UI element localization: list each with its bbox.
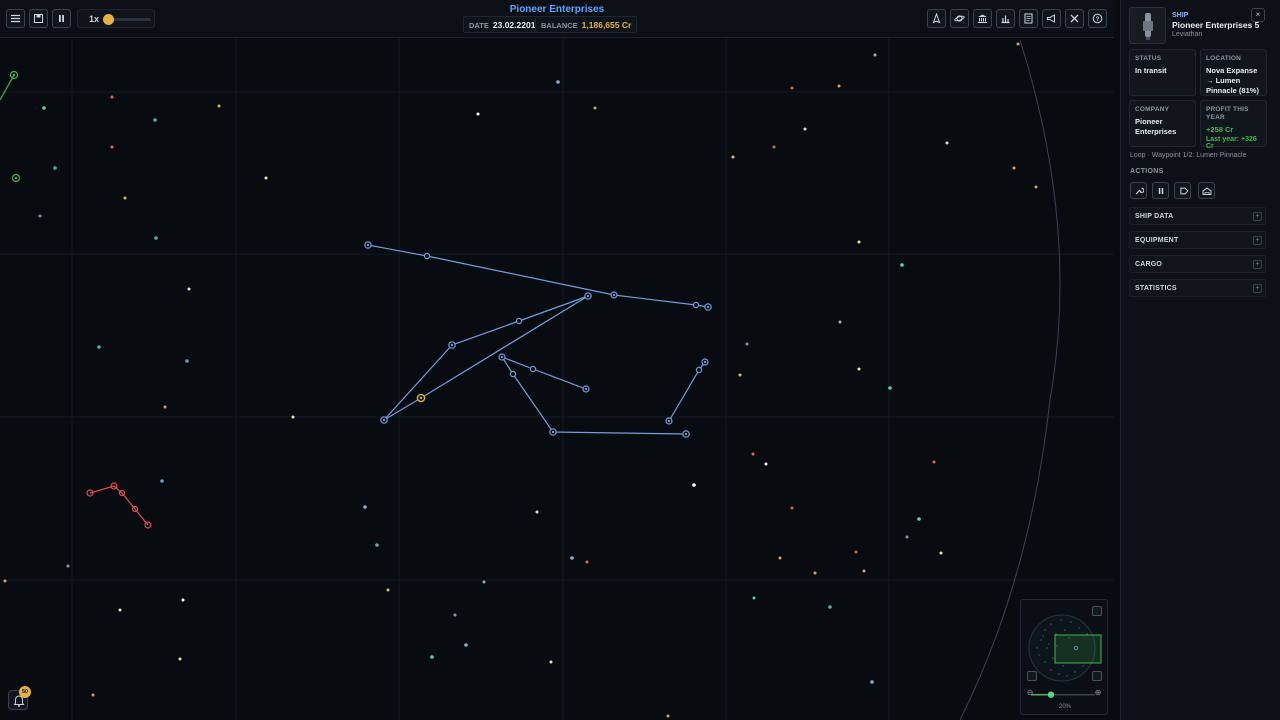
planets-button[interactable] — [950, 9, 969, 28]
ship-name: Pioneer Enterprises 5 — [1172, 20, 1260, 30]
minimap-canvas[interactable] — [1021, 600, 1109, 716]
section-title: EQUIPMENT — [1135, 237, 1179, 244]
top-bar: 1x Pioneer Enterprises DATE 23.02.2201 BA… — [0, 0, 1114, 38]
location-card: LOCATION Nova Expanse → Lumen Pinnacle (… — [1200, 49, 1267, 96]
date-display: DATE 23.02.2201 — [463, 16, 542, 33]
section-ship-data[interactable]: SHIP DATA + — [1129, 207, 1266, 225]
tools-button[interactable] — [1065, 9, 1084, 28]
zoom-in-icon[interactable]: ⊕ — [1093, 688, 1103, 698]
send-to-depot-button[interactable] — [1198, 182, 1215, 199]
location-value: Nova Expanse → Lumen Pinnacle (81%) — [1206, 66, 1259, 95]
tag-icon — [1179, 187, 1188, 194]
profit-last-year: Last year: +326 Cr — [1206, 136, 1257, 150]
help-button[interactable]: ? — [1088, 9, 1107, 28]
stop-ship-button[interactable] — [1152, 182, 1169, 199]
minimap-layer-button[interactable] — [1092, 671, 1102, 681]
balance-display: BALANCE 1,186,655 Cr — [535, 16, 638, 33]
section-title: CARGO — [1135, 261, 1163, 268]
bank-icon — [978, 14, 987, 23]
minimap-home-button[interactable] — [1092, 606, 1102, 616]
speed-label: 1x — [89, 14, 100, 24]
map-canvas[interactable] — [0, 0, 1114, 720]
date-value: 23.02.2201 — [492, 20, 536, 30]
map-grid — [0, 38, 1114, 720]
maintenance-button[interactable] — [1130, 182, 1147, 199]
section-cargo[interactable]: CARGO + — [1129, 255, 1266, 273]
document-icon — [1024, 13, 1033, 24]
section-equipment[interactable]: EQUIPMENT + — [1129, 231, 1266, 249]
profit-card: PROFIT THIS YEAR +258 Cr Last year: +326… — [1200, 100, 1267, 150]
help-icon: ? — [1092, 13, 1103, 24]
pause-icon — [1158, 187, 1163, 194]
statistics-button[interactable] — [996, 9, 1015, 28]
route-loop-info: Loop · Waypoint 1/2: Lumen Pinnacle — [1130, 152, 1247, 159]
company-card: COMPANY Pioneer Enterprises — [1129, 100, 1196, 147]
selected-ship-marker[interactable] — [416, 393, 426, 403]
expand-icon[interactable]: + — [1253, 260, 1262, 269]
megaphone-icon — [1047, 14, 1055, 23]
chart-icon — [1001, 15, 1010, 24]
route-red[interactable] — [86, 482, 152, 529]
route-green[interactable] — [0, 70, 21, 183]
notifications-button[interactable]: 50 — [8, 686, 31, 710]
sell-ship-button[interactable] — [1174, 182, 1191, 199]
date-label: DATE — [469, 21, 489, 30]
route-blue-dots — [367, 244, 709, 435]
zoom-out-icon[interactable]: ⊖ — [1025, 688, 1035, 698]
company-value: Pioneer Enterprises — [1135, 117, 1177, 136]
company-label: COMPANY — [1135, 106, 1170, 113]
galaxy-map[interactable]: ⊖ ⊕ 20% 50 — [0, 0, 1114, 720]
reports-button[interactable] — [1019, 9, 1038, 28]
ship-details-panel: SHIP Pioneer Enterprises 5 Leviathan × S… — [1120, 0, 1280, 720]
balance-value: 1,186,655 Cr — [581, 20, 632, 30]
depot-icon — [1202, 186, 1211, 195]
company-title: Pioneer Enterprises — [509, 4, 605, 15]
expand-icon[interactable]: + — [1253, 236, 1262, 245]
minimap-grid-button[interactable] — [1027, 671, 1037, 681]
location-label: LOCATION — [1206, 55, 1242, 62]
close-panel-button[interactable]: × — [1251, 8, 1265, 22]
section-statistics[interactable]: STATISTICS + — [1129, 279, 1266, 297]
ship-icon — [932, 13, 941, 24]
bank-button[interactable] — [973, 9, 992, 28]
zoom-level: 20% — [1058, 704, 1071, 710]
route-blue-waypoints[interactable] — [364, 241, 712, 438]
expand-icon[interactable]: + — [1253, 284, 1262, 293]
expand-icon[interactable]: + — [1253, 212, 1262, 221]
profit-value: +258 Cr — [1206, 125, 1234, 134]
route-blue[interactable] — [367, 244, 709, 435]
ship-image-icon — [1142, 12, 1153, 40]
svg-text:?: ? — [1096, 17, 1100, 23]
status-label: STATUS — [1135, 55, 1162, 62]
wrench-icon — [1135, 187, 1144, 194]
star-field — [3, 42, 1038, 718]
speed-slider-knob[interactable] — [103, 14, 114, 25]
actions-title: ACTIONS — [1130, 168, 1164, 175]
notification-count-badge: 50 — [19, 686, 31, 698]
section-title: SHIP DATA — [1135, 213, 1174, 220]
ships-button[interactable] — [927, 9, 946, 28]
planet-icon — [954, 15, 965, 22]
profit-label: PROFIT THIS YEAR — [1206, 106, 1249, 121]
status-card: STATUS In transit — [1129, 49, 1196, 96]
tools-icon — [1070, 14, 1079, 23]
ship-thumbnail — [1129, 7, 1166, 44]
section-title: STATISTICS — [1135, 285, 1177, 292]
balance-label: BALANCE — [541, 21, 578, 30]
status-value: In transit — [1135, 66, 1167, 75]
entity-type-label: SHIP — [1172, 12, 1189, 19]
marketing-button[interactable] — [1042, 9, 1061, 28]
minimap[interactable]: ⊖ ⊕ 20% — [1020, 599, 1108, 715]
ship-class: Leviathan — [1172, 31, 1203, 38]
